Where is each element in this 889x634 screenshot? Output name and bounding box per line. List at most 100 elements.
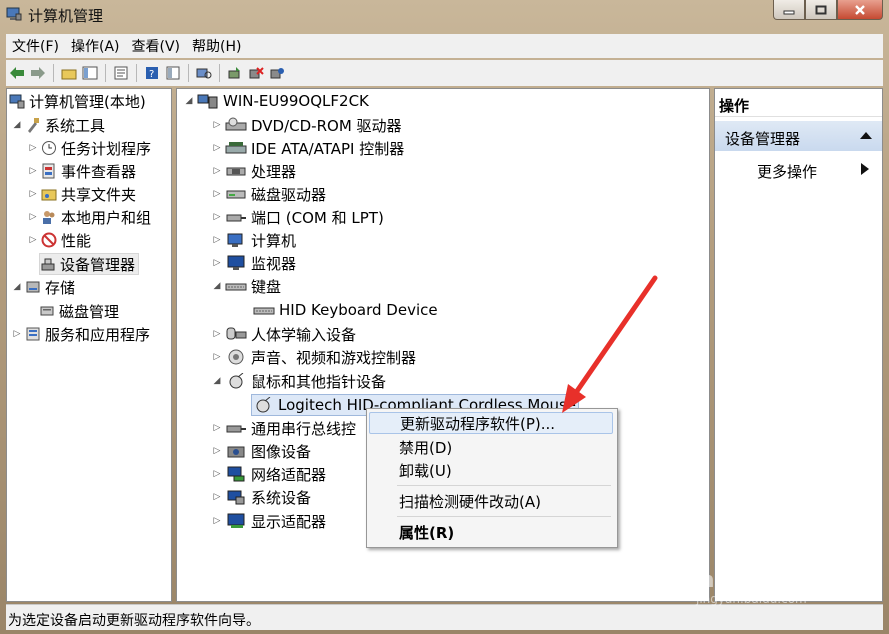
menu-action[interactable]: 操作(A) [65,36,126,56]
display-adapter-icon [227,513,245,528]
collapsed-arrow-icon[interactable]: ▷ [211,352,223,362]
help-button[interactable]: ? [143,64,161,82]
device-root[interactable]: ◢ WIN-EU99OQLF2CK [183,91,369,111]
collapsed-arrow-icon[interactable]: ▷ [211,469,223,479]
disk-drive-icon [226,190,246,199]
actions-section-device-manager[interactable]: 设备管理器 [715,121,882,151]
minimize-button[interactable] [773,0,805,20]
menu-item-label: 禁用(D) [399,438,453,457]
show-hide-tree-button[interactable] [81,64,99,82]
device-category-imaging[interactable]: ▷ 图像设备 [211,441,311,461]
menu-view[interactable]: 查看(V) [126,36,187,56]
collapsed-arrow-icon[interactable]: ▷ [27,166,39,176]
expanded-arrow-icon[interactable]: ◢ [211,281,223,291]
more-actions-label: 更多操作 [757,163,818,181]
device-category-ports[interactable]: ▷ 端口 (COM 和 LPT) [211,207,384,227]
device-category-keyboards[interactable]: ◢ 键盘 [211,276,281,296]
folder-up-icon [61,69,77,80]
properties-toolbar-button[interactable] [112,64,130,82]
device-category-monitors[interactable]: ▷ 监视器 [211,253,296,273]
menu-item-disable[interactable]: 禁用(D) [369,436,613,458]
collapsed-arrow-icon[interactable]: ▷ [211,120,223,130]
tree-item-event-viewer[interactable]: ▷ 事件查看器 [27,161,136,181]
tree-item-local-users[interactable]: ▷ 本地用户和组 [27,207,151,227]
collapsed-arrow-icon[interactable]: ▷ [11,329,23,339]
collapsed-arrow-icon[interactable]: ▷ [211,166,223,176]
device-category-system[interactable]: ▷ 系统设备 [211,487,311,507]
collapsed-arrow-icon[interactable]: ▷ [27,212,39,222]
uninstall-button[interactable] [247,64,265,82]
update-driver-button[interactable] [226,64,244,82]
collapsed-arrow-icon[interactable]: ▷ [27,189,39,199]
tree-item-device-manager[interactable]: 设备管理器 [39,253,140,275]
tree-item-services-apps[interactable]: ▷ 服务和应用程序 [11,324,150,344]
caption-buttons [773,0,883,20]
device-label: 系统设备 [251,488,312,507]
forward-button[interactable] [29,64,47,82]
console-tree-pane[interactable]: 计算机管理(本地) ◢ 系统工具 ▷ 任务计划程序 ▷ 事件查看器 ▷ 共享文件… [6,88,172,602]
device-category-computer[interactable]: ▷ 计算机 [211,230,296,250]
device-category-network[interactable]: ▷ 网络适配器 [211,464,326,484]
more-actions-link[interactable]: 更多操作 [757,161,817,182]
menu-item-properties[interactable]: 属性(R) [369,521,613,543]
disk-icon [40,306,54,316]
expanded-arrow-icon[interactable]: ◢ [211,376,223,386]
device-category-hid[interactable]: ▷ 人体学输入设备 [211,324,356,344]
device-category-usb[interactable]: ▷ 通用串行总线控 [211,418,356,438]
toolbar-separator [219,64,220,82]
device-category-display[interactable]: ▷ 显示适配器 [211,511,326,531]
collapsed-arrow-icon[interactable]: ▷ [211,143,223,153]
collapsed-arrow-icon[interactable]: ▷ [211,492,223,502]
expanded-arrow-icon[interactable]: ◢ [11,120,23,130]
device-category-mice[interactable]: ◢ 鼠标和其他指针设备 [211,371,386,391]
up-folder-button[interactable] [60,64,78,82]
menu-item-scan-hardware[interactable]: 扫描检测硬件改动(A) [369,490,613,512]
collapsed-arrow-icon[interactable]: ▷ [211,212,223,222]
menu-help[interactable]: 帮助(H) [186,36,247,56]
tree-item-shared-folders[interactable]: ▷ 共享文件夹 [27,184,136,204]
close-button[interactable] [837,0,883,20]
menu-item-label: 更新驱动程序软件(P)... [400,414,556,433]
submenu-arrow-icon[interactable] [861,163,869,175]
tree-item-computer-management[interactable]: 计算机管理(本地) [9,91,146,111]
tree-item-system-tools[interactable]: ◢ 系统工具 [11,115,105,135]
tree-label: 性能 [61,231,92,250]
menu-item-label: 扫描检测硬件改动(A) [399,492,541,511]
expanded-arrow-icon[interactable]: ◢ [183,96,195,106]
tree-item-performance[interactable]: ▷ 性能 [27,230,91,250]
collapsed-arrow-icon[interactable]: ▷ [211,329,223,339]
scan-hardware-button[interactable] [195,64,213,82]
collapsed-arrow-icon[interactable]: ▷ [27,235,39,245]
menu-item-label: 属性(R) [399,523,455,542]
toolbar-separator [136,64,137,82]
collapse-up-icon[interactable] [860,131,872,140]
collapsed-arrow-icon[interactable]: ▷ [211,423,223,433]
collapsed-arrow-icon[interactable]: ▷ [211,516,223,526]
device-hid-keyboard[interactable]: HID Keyboard Device [253,300,438,320]
maximize-button[interactable] [805,0,837,20]
disable-button[interactable] [268,64,286,82]
menu-item-update-driver[interactable]: 更新驱动程序软件(P)... [369,412,613,434]
collapsed-arrow-icon[interactable]: ▷ [27,143,39,153]
back-button[interactable] [8,64,26,82]
tree-item-task-scheduler[interactable]: ▷ 任务计划程序 [27,138,151,158]
menu-item-uninstall[interactable]: 卸载(U) [369,459,613,481]
view-button[interactable] [164,64,182,82]
device-category-processor[interactable]: ▷ 处理器 [211,161,296,181]
shared-folder-icon [41,189,57,201]
collapsed-arrow-icon[interactable]: ▷ [211,258,223,268]
collapsed-arrow-icon[interactable]: ▷ [211,446,223,456]
title-bar[interactable]: 计算机管理 [0,0,889,30]
device-category-disk-drives[interactable]: ▷ 磁盘驱动器 [211,184,326,204]
collapsed-arrow-icon[interactable]: ▷ [211,189,223,199]
tree-item-disk-management[interactable]: 磁盘管理 [39,301,119,321]
device-category-dvd[interactable]: ▷ DVD/CD-ROM 驱动器 [211,115,402,135]
collapsed-arrow-icon[interactable]: ▷ [211,235,223,245]
device-category-sound[interactable]: ▷ 声音、视频和游戏控制器 [211,347,416,367]
device-category-ide[interactable]: ▷ IDE ATA/ATAPI 控制器 [211,138,405,158]
tree-label: 设备管理器 [60,255,136,274]
toolbar-separator [188,64,189,82]
expanded-arrow-icon[interactable]: ◢ [11,282,23,292]
menu-file[interactable]: 文件(F) [6,36,65,56]
tree-item-storage[interactable]: ◢ 存储 [11,277,75,297]
